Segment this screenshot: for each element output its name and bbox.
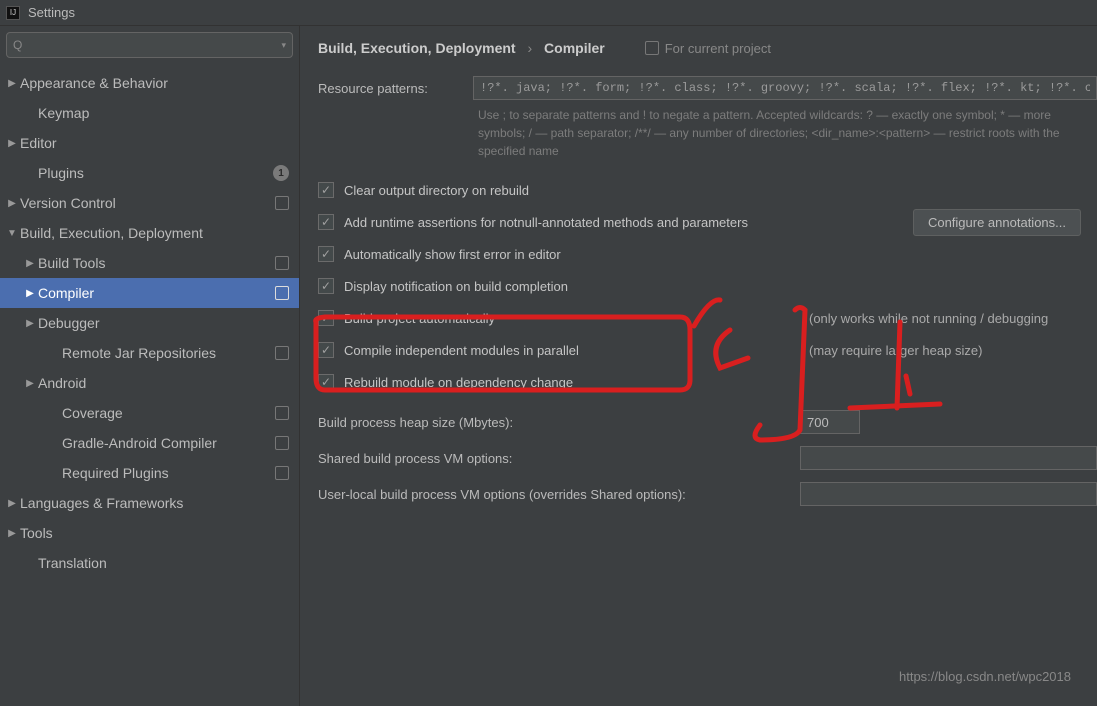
sidebar-item-plugins[interactable]: Plugins1 <box>0 158 299 188</box>
breadcrumb-current: Compiler <box>544 40 605 56</box>
tree-arrow-icon: ▼ <box>4 228 20 239</box>
sidebar-item-label: Appearance & Behavior <box>20 75 289 91</box>
dropdown-icon[interactable]: ▾ <box>281 40 286 51</box>
sidebar-item-label: Tools <box>20 525 289 541</box>
tree-arrow-icon: ▶ <box>4 78 20 89</box>
sidebar-item-label: Build Tools <box>38 255 275 271</box>
sidebar-item-editor[interactable]: ▶Editor <box>0 128 299 158</box>
search-icon: Q <box>13 38 22 52</box>
sidebar-item-label: Debugger <box>38 315 289 331</box>
sidebar-item-label: Required Plugins <box>62 465 275 481</box>
sidebar-item-label: Languages & Frameworks <box>20 495 289 511</box>
sidebar-item-label: Gradle-Android Compiler <box>62 435 275 451</box>
sidebar-item-version-control[interactable]: ▶Version Control <box>0 188 299 218</box>
window-title: Settings <box>28 5 75 20</box>
project-hint-label: For current project <box>665 41 771 56</box>
sidebar-item-label: Android <box>38 375 289 391</box>
sidebar-item-label: Version Control <box>20 195 275 211</box>
count-badge: 1 <box>273 165 289 181</box>
sidebar-item-label: Build, Execution, Deployment <box>20 225 289 241</box>
project-badge-icon <box>275 466 289 480</box>
sidebar-item-keymap[interactable]: Keymap <box>0 98 299 128</box>
tree-arrow-icon: ▶ <box>4 138 20 149</box>
sidebar-item-compiler[interactable]: ▶Compiler <box>0 278 299 308</box>
heap-size-label: Build process heap size (Mbytes): <box>318 415 788 430</box>
sidebar-item-debugger[interactable]: ▶Debugger <box>0 308 299 338</box>
project-badge-icon <box>275 406 289 420</box>
sidebar-item-build-tools[interactable]: ▶Build Tools <box>0 248 299 278</box>
sidebar-item-android[interactable]: ▶Android <box>0 368 299 398</box>
configure-annotations-button[interactable]: Configure annotations... <box>913 209 1081 236</box>
project-badge-icon <box>645 41 659 55</box>
build-auto-checkbox[interactable] <box>318 310 334 326</box>
sidebar-item-languages-frameworks[interactable]: ▶Languages & Frameworks <box>0 488 299 518</box>
sidebar-item-remote-jar-repositories[interactable]: Remote Jar Repositories <box>0 338 299 368</box>
project-badge-icon <box>275 346 289 360</box>
clear-output-label: Clear output directory on rebuild <box>344 183 529 198</box>
app-icon: IJ <box>6 6 20 20</box>
display-notification-label: Display notification on build completion <box>344 279 568 294</box>
tree-arrow-icon: ▶ <box>22 318 38 329</box>
resource-patterns-label: Resource patterns: <box>318 81 473 96</box>
sidebar-item-label: Compiler <box>38 285 275 301</box>
sidebar-item-coverage[interactable]: Coverage <box>0 398 299 428</box>
search-input[interactable] <box>26 38 281 52</box>
sidebar-item-label: Plugins <box>38 165 273 181</box>
chevron-right-icon: › <box>527 40 532 56</box>
shared-vm-label: Shared build process VM options: <box>318 451 788 466</box>
watermark: https://blog.csdn.net/wpc2018 <box>899 669 1071 684</box>
add-runtime-label: Add runtime assertions for notnull-annot… <box>344 215 748 230</box>
project-badge-icon <box>275 286 289 300</box>
auto-first-error-checkbox[interactable] <box>318 246 334 262</box>
tree-arrow-icon: ▶ <box>4 528 20 539</box>
breadcrumb: Build, Execution, Deployment › Compiler <box>318 40 605 56</box>
resource-patterns-help: Use ; to separate patterns and ! to nega… <box>478 106 1097 160</box>
sidebar-item-label: Remote Jar Repositories <box>62 345 275 361</box>
tree-arrow-icon: ▶ <box>22 258 38 269</box>
resource-patterns-input[interactable] <box>473 76 1097 100</box>
sidebar-item-label: Coverage <box>62 405 275 421</box>
settings-tree: ▶Appearance & BehaviorKeymap▶EditorPlugi… <box>0 64 299 706</box>
user-vm-label: User-local build process VM options (ove… <box>318 487 788 502</box>
project-badge-icon <box>275 256 289 270</box>
sidebar: Q ▾ ▶Appearance & BehaviorKeymap▶EditorP… <box>0 26 300 706</box>
user-vm-input[interactable] <box>800 482 1097 506</box>
compile-parallel-label: Compile independent modules in parallel <box>344 343 799 358</box>
rebuild-dep-checkbox[interactable] <box>318 374 334 390</box>
rebuild-dep-label: Rebuild module on dependency change <box>344 375 573 390</box>
sidebar-item-appearance-behavior[interactable]: ▶Appearance & Behavior <box>0 68 299 98</box>
titlebar: IJ Settings <box>0 0 1097 26</box>
compile-parallel-note: (may require larger heap size) <box>809 343 982 358</box>
project-badge-icon <box>275 436 289 450</box>
sidebar-item-translation[interactable]: Translation <box>0 548 299 578</box>
content-panel: Build, Execution, Deployment › Compiler … <box>300 26 1097 706</box>
sidebar-item-label: Keymap <box>38 105 289 121</box>
auto-first-error-label: Automatically show first error in editor <box>344 247 561 262</box>
breadcrumb-parent: Build, Execution, Deployment <box>318 40 516 56</box>
compile-parallel-checkbox[interactable] <box>318 342 334 358</box>
build-auto-note: (only works while not running / debuggin… <box>809 311 1048 326</box>
tree-arrow-icon: ▶ <box>4 198 20 209</box>
clear-output-checkbox[interactable] <box>318 182 334 198</box>
tree-arrow-icon: ▶ <box>4 498 20 509</box>
sidebar-item-required-plugins[interactable]: Required Plugins <box>0 458 299 488</box>
sidebar-item-gradle-android-compiler[interactable]: Gradle-Android Compiler <box>0 428 299 458</box>
search-box[interactable]: Q ▾ <box>6 32 293 58</box>
tree-arrow-icon: ▶ <box>22 378 38 389</box>
project-hint: For current project <box>645 41 771 56</box>
display-notification-checkbox[interactable] <box>318 278 334 294</box>
heap-size-input[interactable] <box>800 410 860 434</box>
shared-vm-input[interactable] <box>800 446 1097 470</box>
sidebar-item-label: Editor <box>20 135 289 151</box>
project-badge-icon <box>275 196 289 210</box>
add-runtime-checkbox[interactable] <box>318 214 334 230</box>
sidebar-item-tools[interactable]: ▶Tools <box>0 518 299 548</box>
tree-arrow-icon: ▶ <box>22 288 38 299</box>
sidebar-item-label: Translation <box>38 555 289 571</box>
build-auto-label: Build project automatically <box>344 311 799 326</box>
sidebar-item-build-execution-deployment[interactable]: ▼Build, Execution, Deployment <box>0 218 299 248</box>
